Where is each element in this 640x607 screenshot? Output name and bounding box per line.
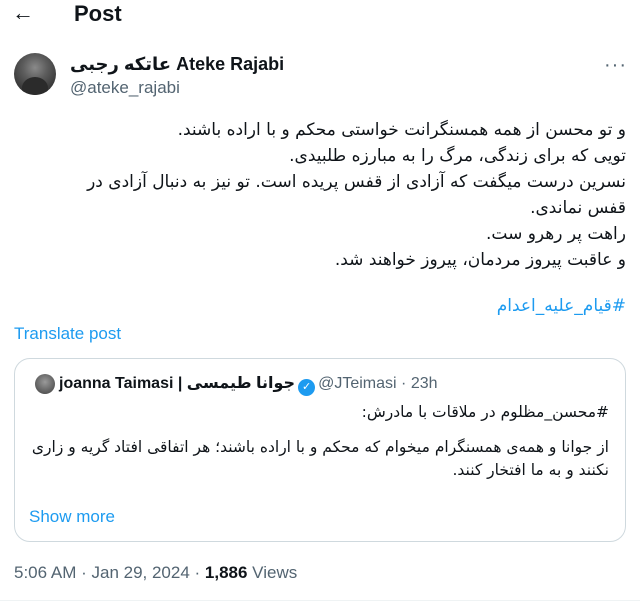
quote-author-handle: @JTeimasi [318,375,397,392]
tweet-text: و تو محسن از همه همسنگرانت خواستی محکم و… [66,117,626,273]
translate-post-link[interactable]: Translate post [14,324,121,344]
quote-line: از جوانا و همه‌ی همسنگرام میخوام که محکم… [31,438,609,479]
post-meta: 5:06 AM · Jan 29, 2024 · 1,886 Views [14,563,297,583]
tweet-line: و تو محسن از همه همسنگرانت خواستی محکم و… [177,120,626,140]
divider [0,600,640,601]
post-date[interactable]: Jan 29, 2024 [91,563,189,582]
separator-dot: · [76,563,92,582]
show-more-link[interactable]: Show more [29,507,115,527]
tweet-line: نسرین درست میگفت که آزادی از قفس پریده ا… [87,172,626,218]
hashtag-link[interactable]: #قیام_علیه_اعدام [497,296,626,316]
views-label: Views [247,563,298,582]
tweet-line: تویی که برای زندگی، مرگ را به مبارزه طلب… [289,146,626,166]
author-handle[interactable]: @ateke_rajabi [70,78,180,98]
quote-avatar [35,374,55,394]
page-title: Post [74,1,122,26]
quote-line: #محسن_مظلوم در ملاقات با مادرش: [361,403,609,421]
post-time[interactable]: 5:06 AM [14,563,76,582]
avatar[interactable] [14,53,56,95]
author-display-name[interactable]: عاتکه رجبی Ateke Rajabi [70,54,284,75]
separator-dot: · [401,375,407,392]
more-horizontal-icon[interactable]: ··· [604,54,627,77]
tweet-line: و عاقبت پیروز مردمان، پیروز خواهند شد. [334,250,626,270]
views-count: 1,886 [204,563,248,582]
verified-badge-icon: ✓ [298,379,316,396]
arrow-left-icon[interactable]: ← [12,0,34,26]
top-bar: ← Post [0,0,640,30]
quote-header: joanna Taimasi | جوانا طیمسی ✓ @JTeimasi ·… [59,373,438,396]
quoted-post[interactable]: joanna Taimasi | جوانا طیمسی ✓ @JTeimasi ·… [14,358,626,542]
quote-author-name: joanna Taimasi | جوانا طیمسی [59,375,296,392]
quote-text: #محسن_مظلوم در ملاقات با مادرش: از جوانا… [29,401,609,482]
quote-timestamp: 23h [410,375,438,392]
tweet-line: راهت پر رهرو ست. [485,224,626,244]
separator-dot: · [189,563,205,582]
